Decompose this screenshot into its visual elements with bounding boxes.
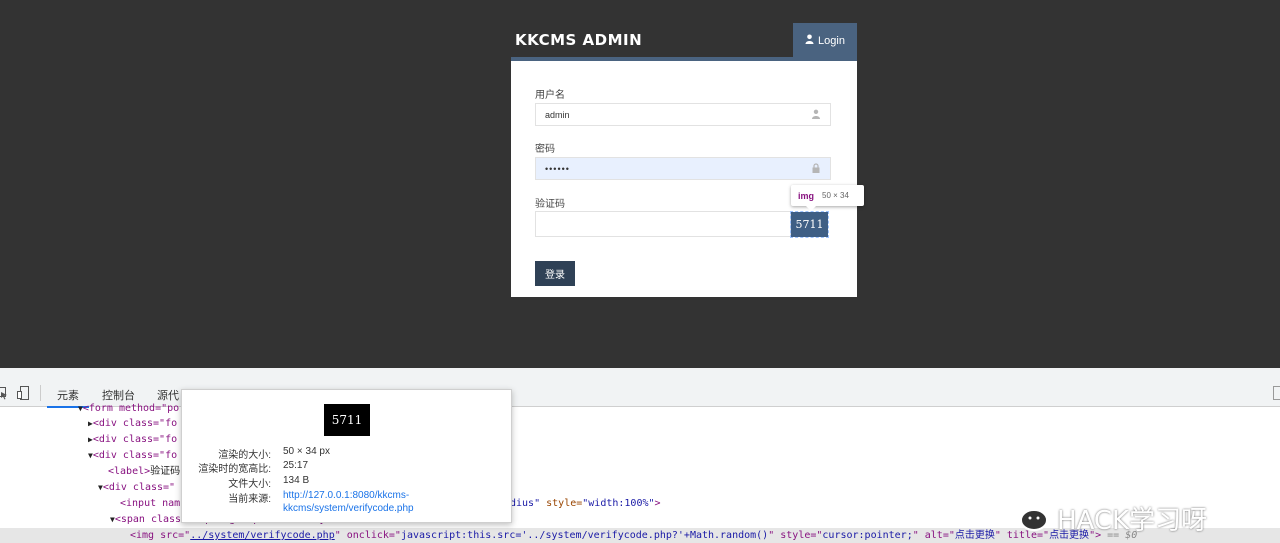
popup-value: 134 B xyxy=(283,475,310,486)
inspect-element-icon[interactable] xyxy=(0,386,8,403)
app-viewport: KKCMS ADMIN Login 用户名 admin 密码 •••••• 验证… xyxy=(0,0,1280,368)
popup-source-link[interactable]: http://127.0.0.1:8080/kkcms-kkcms/system… xyxy=(283,489,505,515)
dom-line[interactable]: ▼<div class="fo xyxy=(88,449,177,463)
toolbar-divider xyxy=(40,385,41,401)
login-button[interactable]: 登录 xyxy=(535,261,575,286)
element-inspect-tooltip: img 50 × 34 xyxy=(791,185,864,211)
login-tab-label: Login xyxy=(818,34,845,47)
verifycode-src-link[interactable]: ../system/verifycode.php xyxy=(190,530,335,541)
login-tab[interactable]: Login xyxy=(793,23,857,58)
popup-key: 渲染时的宽高比: xyxy=(198,464,271,475)
username-input[interactable]: admin xyxy=(535,103,831,126)
lock-icon xyxy=(812,163,820,173)
wechat-icon xyxy=(1003,496,1049,541)
tab-elements-label: 元素 xyxy=(57,390,79,402)
captcha-input[interactable] xyxy=(535,211,791,237)
devtools-resize-strip[interactable] xyxy=(0,368,1280,382)
dom-line[interactable]: ▶<div class="fo xyxy=(88,417,177,431)
dom-line[interactable]: ▼<div class=" xyxy=(98,481,175,495)
popup-value: 25:17 xyxy=(283,460,309,471)
tooltip-size: 50 × 34 xyxy=(822,191,849,200)
user-icon xyxy=(812,109,820,119)
dom-line[interactable]: ▼<form method="po xyxy=(78,402,179,416)
devtools-side-toggle[interactable] xyxy=(1273,386,1280,400)
brand-logo: KKCMS ADMIN xyxy=(515,31,643,49)
dom-line[interactable]: <label>验证码 xyxy=(108,465,180,479)
popup-value: 50 × 34 px xyxy=(283,446,330,457)
watermark-text: HACK学习呀 xyxy=(1057,505,1208,536)
captcha-label: 验证码 xyxy=(535,199,565,210)
tab-sources[interactable]: 源代 xyxy=(157,387,179,403)
dom-line-tail: dius" style="width:100%"> xyxy=(510,498,661,509)
password-label: 密码 xyxy=(535,144,555,155)
popup-key: 文件大小: xyxy=(228,479,271,490)
dom-line[interactable]: ▶<div class="fo xyxy=(88,433,177,447)
tab-console[interactable]: 控制台 xyxy=(102,387,135,403)
username-value: admin xyxy=(545,109,570,120)
username-label: 用户名 xyxy=(535,90,565,101)
password-value: •••••• xyxy=(545,163,570,174)
popup-key: 当前来源: xyxy=(228,494,271,505)
device-toolbar-icon[interactable] xyxy=(17,386,31,403)
tooltip-tag: img xyxy=(798,190,815,201)
dom-line[interactable]: <input nam xyxy=(120,497,180,511)
user-icon xyxy=(805,34,814,47)
password-input[interactable]: •••••• xyxy=(535,157,831,180)
login-panel: 用户名 admin 密码 •••••• 验证码 5711 登录 xyxy=(511,61,857,297)
dom-line-selected[interactable]: <img src="../system/verifycode.php" oncl… xyxy=(130,529,1137,543)
popup-captcha-preview: 5711 xyxy=(324,404,370,436)
watermark: HACK学习呀 xyxy=(1003,497,1243,539)
captcha-image[interactable]: 5711 xyxy=(790,211,829,238)
popup-key: 渲染的大小: xyxy=(218,450,271,461)
image-preview-popup: 5711 渲染的大小: 50 × 34 px 渲染时的宽高比: 25:17 文件… xyxy=(181,389,512,523)
